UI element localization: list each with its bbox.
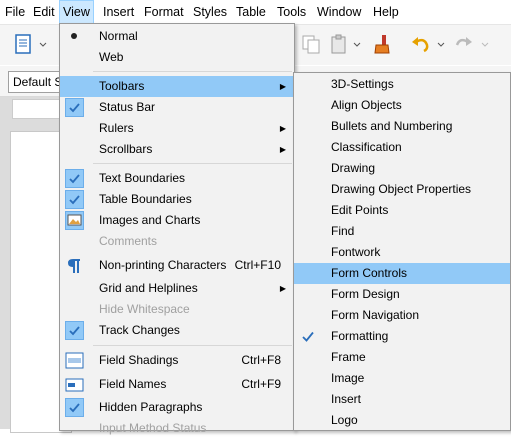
paste-icon[interactable] — [328, 33, 350, 55]
view-text-boundaries[interactable]: Text Boundaries — [60, 168, 294, 189]
redo-icon[interactable] — [452, 33, 474, 55]
new-document-icon[interactable] — [12, 33, 34, 55]
radio-dot-icon — [71, 33, 77, 39]
view-normal[interactable]: Normal — [60, 26, 294, 47]
view-table-boundaries[interactable]: Table Boundaries — [60, 189, 294, 210]
view-grid-and-helplines[interactable]: Grid and Helplines ▶ — [60, 278, 294, 299]
toolbar-drawing[interactable]: Drawing — [294, 158, 510, 179]
toolbar-insert[interactable]: Insert — [294, 389, 510, 410]
separator — [93, 163, 292, 164]
menu-view[interactable]: View — [59, 0, 94, 24]
submenu-arrow-icon: ▶ — [279, 82, 286, 91]
submenu-arrow-icon: ▶ — [279, 284, 286, 293]
chevron-down-icon[interactable] — [38, 33, 48, 55]
toolbar-image[interactable]: Image — [294, 368, 510, 389]
field-names-icon — [65, 378, 84, 392]
checkmark-icon — [65, 190, 84, 209]
menu-file[interactable]: File — [2, 0, 28, 24]
toolbar-form-controls[interactable]: Form Controls — [294, 263, 510, 284]
view-track-changes[interactable]: Track Changes — [60, 320, 294, 341]
toolbar-form-navigation[interactable]: Form Navigation — [294, 305, 510, 326]
toolbar-classification[interactable]: Classification — [294, 137, 510, 158]
checkmark-icon — [65, 169, 84, 188]
chevron-down-icon[interactable] — [352, 33, 362, 55]
view-status-bar[interactable]: Status Bar — [60, 97, 294, 118]
checkmark-icon — [65, 398, 84, 417]
view-menu: Normal Web Toolbars ▶ Status Bar Rulers … — [59, 23, 295, 435]
toolbars-submenu: 3D-Settings Align Objects Bullets and Nu… — [293, 72, 511, 431]
view-field-names[interactable]: Field Names Ctrl+F9 — [60, 374, 294, 395]
undo-icon[interactable] — [410, 33, 432, 55]
view-rulers[interactable]: Rulers ▶ — [60, 118, 294, 139]
clone-formatting-icon[interactable] — [370, 33, 392, 55]
view-scrollbars[interactable]: Scrollbars ▶ — [60, 139, 294, 160]
checkmark-icon — [65, 98, 84, 117]
view-comments: Comments — [99, 234, 158, 248]
menu-window[interactable]: Window — [314, 0, 364, 24]
toolbar-frame[interactable]: Frame — [294, 347, 510, 368]
view-hide-whitespace: Hide Whitespace — [99, 302, 190, 316]
submenu-arrow-icon: ▶ — [279, 124, 286, 133]
toolbar-bullets-and-numbering[interactable]: Bullets and Numbering — [294, 116, 510, 137]
toolbar-3d-settings[interactable]: 3D-Settings — [294, 74, 510, 95]
toolbar-formatting[interactable]: Formatting — [294, 326, 510, 347]
separator — [93, 345, 292, 346]
menu-tools[interactable]: Tools — [274, 0, 309, 24]
chevron-down-icon[interactable] — [436, 33, 446, 55]
view-hidden-paragraphs[interactable]: Hidden Paragraphs — [60, 397, 294, 418]
toolbar-form-design[interactable]: Form Design — [294, 284, 510, 305]
view-web[interactable]: Web — [60, 47, 294, 68]
checkmark-icon — [65, 321, 84, 340]
menu-styles[interactable]: Styles — [190, 0, 230, 24]
toolbar-logo[interactable]: Logo — [294, 410, 510, 431]
menu-table[interactable]: Table — [233, 0, 269, 24]
field-shadings-icon — [65, 352, 84, 369]
toolbar-find[interactable]: Find — [294, 221, 510, 242]
menu-insert[interactable]: Insert — [100, 0, 137, 24]
menu-format[interactable]: Format — [141, 0, 187, 24]
menu-edit[interactable]: Edit — [30, 0, 58, 24]
menu-help[interactable]: Help — [370, 0, 402, 24]
chevron-down-icon[interactable] — [480, 33, 490, 55]
checkmark-icon — [302, 331, 314, 342]
copy-icon[interactable] — [300, 33, 322, 55]
toolbar-edit-points[interactable]: Edit Points — [294, 200, 510, 221]
view-images-and-charts[interactable]: Images and Charts — [60, 210, 294, 231]
toolbar-fontwork[interactable]: Fontwork — [294, 242, 510, 263]
toolbar-align-objects[interactable]: Align Objects — [294, 95, 510, 116]
view-toolbars[interactable]: Toolbars ▶ — [60, 76, 294, 97]
view-field-shadings[interactable]: Field Shadings Ctrl+F8 — [60, 350, 294, 371]
image-chart-icon — [65, 211, 84, 230]
pilcrow-icon — [68, 259, 80, 273]
toolbar-drawing-object-properties[interactable]: Drawing Object Properties — [294, 179, 510, 200]
view-non-printing-characters[interactable]: Non-printing Characters Ctrl+F10 — [60, 255, 294, 276]
menu-bar: File Edit View Insert Format Styles Tabl… — [0, 0, 511, 25]
separator — [93, 71, 292, 72]
submenu-arrow-icon: ▶ — [279, 145, 286, 154]
